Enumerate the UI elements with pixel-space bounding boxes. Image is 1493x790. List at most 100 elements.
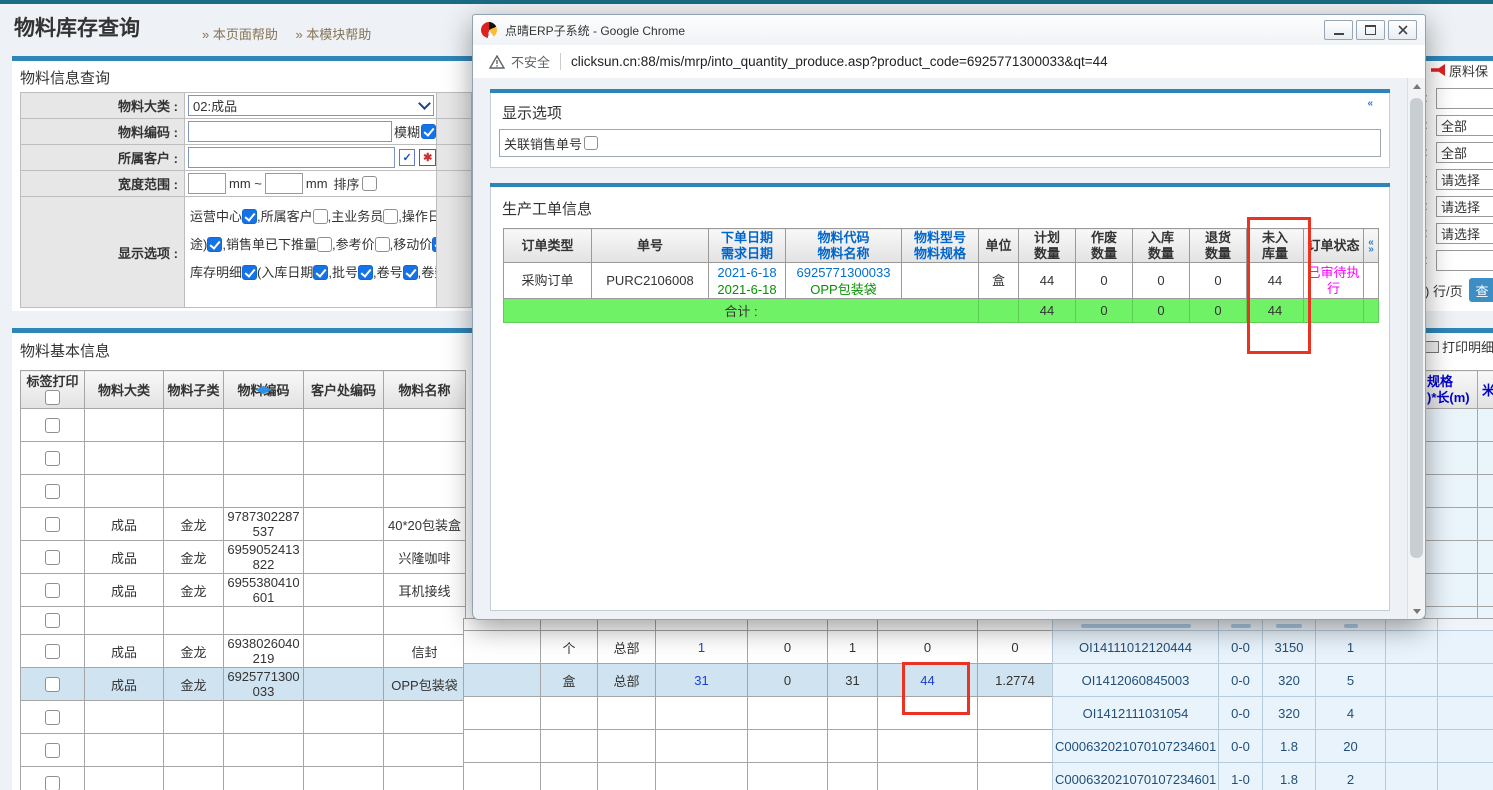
page-help-link[interactable]: » 本页面帮助 (202, 27, 278, 42)
minimize-button[interactable] (1324, 20, 1353, 40)
opt-checkbox[interactable] (313, 265, 328, 280)
category-select[interactable]: 02:成品 (188, 95, 434, 116)
popup-address-bar[interactable]: 不安全 clicksun.cn:88/mis/mrp/into_quantity… (473, 45, 1425, 79)
row-checkbox[interactable] (45, 583, 60, 598)
right-field-5[interactable]: 请选择 (1436, 196, 1493, 217)
query-button[interactable]: 查 (1469, 278, 1493, 302)
fuzzy-label: 模糊 (394, 122, 420, 141)
sort-checkbox[interactable] (362, 176, 377, 191)
query-panel-title: 物料信息查询 (20, 67, 110, 88)
collapse-expand-icon[interactable]: «» (1364, 229, 1379, 263)
row-checkbox[interactable] (45, 776, 60, 790)
fuzzy-checkbox[interactable] (421, 124, 436, 139)
scroll-up-arrow[interactable] (1408, 78, 1425, 94)
opt-checkbox[interactable] (403, 265, 418, 280)
opt-checkbox[interactable] (358, 265, 373, 280)
opt-checkbox[interactable] (317, 237, 332, 252)
scrollbar-thumb[interactable] (1410, 98, 1423, 558)
related-sales-label: 关联销售单号 (504, 134, 582, 153)
col-dates[interactable]: 下单日期需求日期 (709, 229, 786, 263)
popup-titlebar[interactable]: 点晴ERP子系统 - Google Chrome (473, 15, 1425, 46)
right-field-3[interactable]: 全部 (1436, 142, 1493, 163)
display-options-label: 显示选项 : (20, 196, 185, 308)
col-material[interactable]: 物料代码物料名称 (786, 229, 902, 263)
customer-clear-icon[interactable]: ✱ (419, 149, 436, 166)
collapse-icon[interactable]: « (1367, 100, 1373, 107)
code-input[interactable] (188, 121, 392, 142)
row-checkbox[interactable] (45, 451, 60, 466)
print-detail-button[interactable]: 打印明细机 (1424, 337, 1493, 356)
table-row (21, 409, 466, 442)
width-mid-label: mm ~ (229, 176, 262, 191)
row-checkbox[interactable] (45, 710, 60, 725)
restore-button[interactable] (1356, 20, 1385, 40)
right-field-7[interactable] (1436, 250, 1493, 271)
row-checkbox[interactable] (45, 550, 60, 565)
display-options-line1: 运营中心,所属客户,主业务员,操作日期,时 (190, 203, 437, 231)
table-row: 成品金龙6938026040219信封 (21, 635, 466, 668)
row-checkbox[interactable] (45, 418, 60, 433)
url-text: clicksun.cn:88/mis/mrp/into_quantity_pro… (571, 54, 1108, 69)
table-row (21, 767, 466, 790)
display-options-line2: 途),销售单已下推量,参考价,移动价,使用 (190, 231, 437, 259)
opt-label: ,移动价 (390, 237, 433, 252)
width-label: 宽度范围 : (20, 170, 185, 197)
category-select-value: 02:成品 (193, 96, 237, 115)
right-field-2[interactable]: 全部 (1436, 115, 1493, 136)
customer-cell: ✓ ✱ (185, 144, 437, 171)
printer-icon (1424, 341, 1439, 353)
col-plan-qty: 计划数量 (1019, 229, 1076, 263)
width-min-input[interactable] (188, 173, 226, 194)
list-item: C0006320210701072346010-01.820 (1053, 730, 1493, 763)
table-row (464, 619, 1053, 631)
module-help-link[interactable]: » 本模块帮助 (295, 27, 371, 42)
related-sales-checkbox[interactable] (584, 136, 598, 150)
width-end-label: mm (306, 176, 328, 191)
megaphone-icon (1431, 64, 1445, 76)
opt-label: (入库日期 (257, 265, 313, 280)
row-checkbox[interactable] (45, 743, 60, 758)
category-cell: 02:成品 (185, 92, 437, 119)
popup-window-title: 点晴ERP子系统 - Google Chrome (505, 22, 1321, 39)
total-label: 合计 : (504, 299, 979, 323)
select-all-checkbox[interactable] (45, 390, 60, 405)
display-options-title: 显示选项 (502, 102, 562, 123)
close-button[interactable] (1388, 20, 1417, 40)
width-max-input[interactable] (265, 173, 303, 194)
row-checkbox[interactable] (45, 517, 60, 532)
col-model-spec[interactable]: 物料型号物料规格 (902, 229, 979, 263)
table-row: 成品金龙6959052413822兴隆咖啡 (21, 541, 466, 574)
toolbar-button-label[interactable]: 原料保 (1449, 61, 1488, 80)
customer-input[interactable] (188, 147, 395, 168)
site-favicon-icon (481, 22, 497, 38)
row-checkbox[interactable] (45, 677, 60, 692)
scroll-down-arrow[interactable] (1408, 603, 1425, 619)
row-checkbox[interactable] (45, 484, 60, 499)
opt-checkbox[interactable] (383, 209, 398, 224)
col-return-qty: 退货数量 (1190, 229, 1247, 263)
opt-label: 途) (190, 237, 207, 252)
annotation-box-unstocked-column (1247, 217, 1311, 354)
col-order-type: 订单类型 (504, 229, 592, 263)
customer-picker-icon[interactable]: ✓ (399, 149, 416, 166)
opt-label: ,参考价 (332, 237, 375, 252)
opt-checkbox[interactable] (207, 237, 222, 252)
right-field-6[interactable]: 请选择 (1436, 223, 1493, 244)
security-label: 不安全 (511, 52, 550, 71)
popup-scrollbar[interactable] (1407, 78, 1425, 619)
right-field-4[interactable]: 请选择 (1436, 169, 1493, 190)
col-header-code[interactable]: 物料编码 ◀▶ (224, 371, 304, 409)
opt-label: 运营中心 (190, 209, 242, 224)
row-checkbox[interactable] (45, 613, 60, 628)
opt-checkbox[interactable] (242, 265, 257, 280)
col-order-status: 订单状态 (1304, 229, 1364, 263)
opt-checkbox[interactable] (375, 237, 390, 252)
opt-checkbox[interactable] (242, 209, 257, 224)
right-field-1[interactable] (1436, 88, 1493, 109)
rows-per-page-label: ) 行/页 (1425, 281, 1463, 300)
row-checkbox[interactable] (45, 644, 60, 659)
table-row: 成品金龙978730228753740*20包装盒 (21, 508, 466, 541)
material-code-link[interactable]: 6925771300033 (797, 265, 891, 280)
display-options-line3: 库存明细(入库日期,批号,卷号,卷数,主 (190, 259, 437, 287)
opt-checkbox[interactable] (313, 209, 328, 224)
